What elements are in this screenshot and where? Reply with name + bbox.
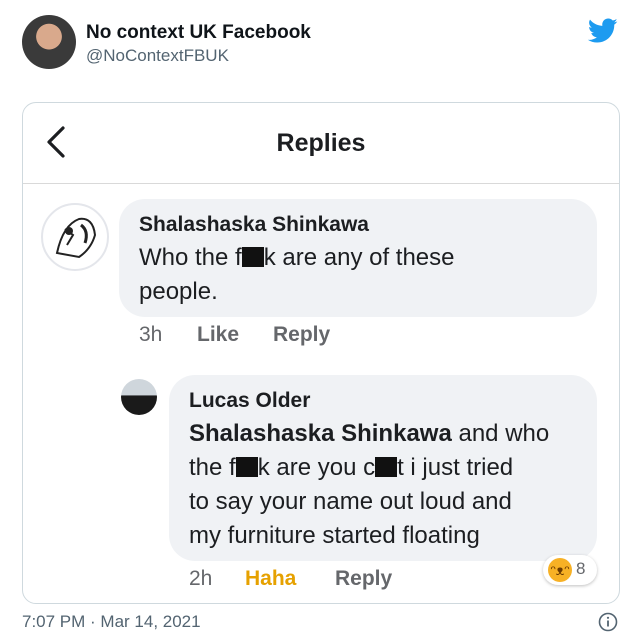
replies-title: Replies	[276, 129, 366, 157]
redaction-block	[241, 247, 264, 267]
comment-text: Who the f k are any of these people.	[139, 241, 455, 309]
author-avatar[interactable]	[22, 15, 76, 69]
reply-text: Shalashaska Shinkawa and who the f k are …	[189, 417, 549, 553]
reply-bubble[interactable]: Lucas Older Shalashaska Shinkawa and who…	[169, 375, 597, 561]
author-name[interactable]: No context UK Facebook	[86, 22, 311, 44]
commenter-avatar[interactable]	[121, 379, 157, 415]
redaction-block	[235, 457, 258, 477]
comment-bubble[interactable]: Shalashaska Shinkawa Who the f k are any …	[119, 199, 597, 317]
replies-header: Replies	[23, 103, 619, 184]
comment-time: 3h	[139, 323, 163, 346]
author-handle[interactable]: @NoContextFBUK	[86, 46, 229, 66]
sketch-avatar-image	[45, 207, 105, 267]
reply-text-part: the f	[189, 454, 236, 481]
info-icon[interactable]	[598, 612, 618, 632]
commenter-name[interactable]: Shalashaska Shinkawa	[139, 213, 369, 237]
tweet-timestamp[interactable]: 7:07 PM · Mar 14, 2021	[22, 612, 201, 632]
reply-text-part: to say your name out loud and	[189, 488, 512, 515]
haha-reaction-button[interactable]: Haha	[245, 567, 296, 591]
commenter-name[interactable]: Lucas Older	[189, 389, 310, 413]
reply-button[interactable]: Reply	[335, 567, 392, 591]
haha-emoji-icon: ᵔᴥᵔ	[548, 558, 572, 582]
reply-button[interactable]: Reply	[273, 323, 330, 347]
reply-text-part: my furniture started floating	[189, 522, 480, 549]
twitter-bird-icon[interactable]	[588, 18, 618, 44]
mention-link[interactable]: Shalashaska Shinkawa	[189, 420, 452, 447]
like-button[interactable]: Like	[197, 323, 239, 347]
comment-text-part: people.	[139, 278, 218, 305]
commenter-avatar[interactable]	[41, 203, 109, 271]
redaction-block	[375, 457, 398, 477]
screenshot-card: Replies Shalashaska Shinkawa Who the f k …	[22, 102, 620, 604]
comment-text-part: Who the f	[139, 244, 242, 271]
reply-text-part: k are you c	[257, 454, 376, 481]
tweet-header: No context UK Facebook @NoContextFBUK	[0, 0, 640, 90]
reaction-count: 8	[576, 559, 586, 578]
comment-text-part: k are any of these	[263, 244, 455, 271]
reply-time: 2h	[189, 567, 213, 590]
reply-text-part: t i just tried	[397, 454, 514, 481]
reaction-summary[interactable]: ᵔᴥᵔ 8	[543, 555, 597, 585]
reply-text-part: and who	[451, 420, 550, 447]
